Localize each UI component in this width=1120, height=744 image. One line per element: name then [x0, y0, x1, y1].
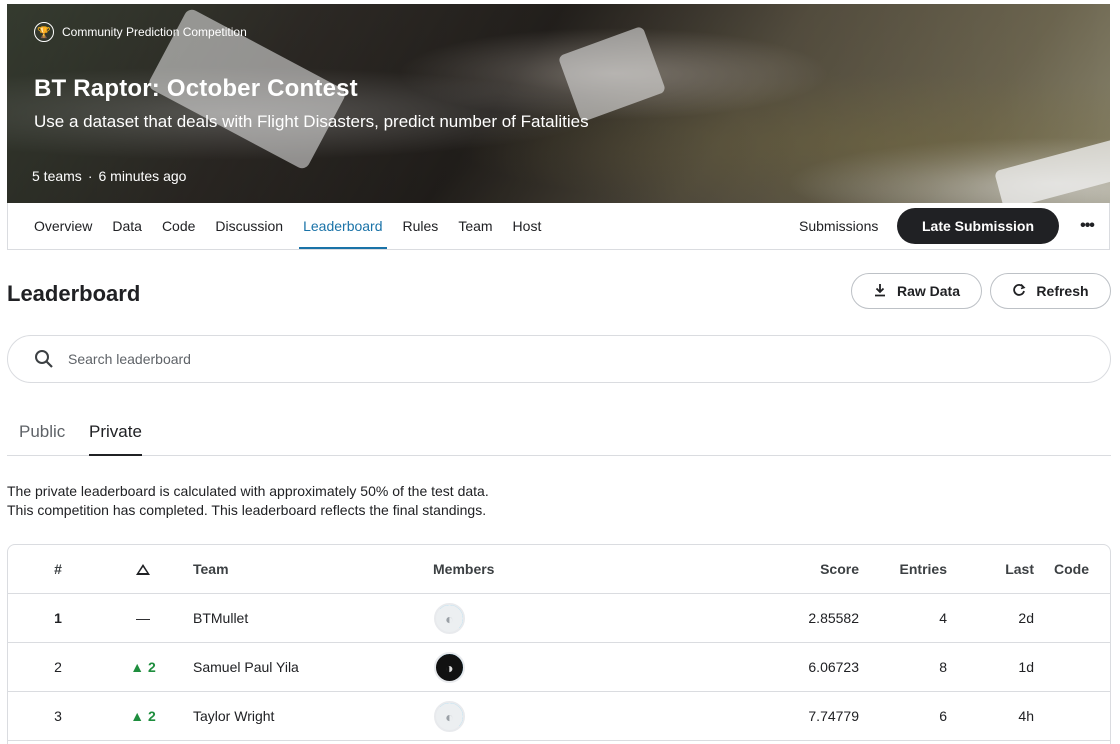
row-team-name[interactable]: Taylor Wright [193, 692, 274, 741]
competition-title: BT Raptor: October Contest [34, 75, 358, 102]
tab-leaderboard[interactable]: Leaderboard [299, 203, 387, 249]
submissions-link[interactable]: Submissions [799, 203, 878, 249]
table-row[interactable]: 3 ▲ 2 Taylor Wright ◐ 7.74779 6 4h [8, 692, 1110, 741]
refresh-label: Refresh [1036, 283, 1089, 299]
member-avatar[interactable]: ◑ [434, 652, 465, 683]
row-rank: 3 [54, 708, 62, 724]
row-change: ▲ 2 [130, 708, 156, 724]
column-entries[interactable]: Entries [878, 545, 947, 594]
row-last: 2d [1018, 610, 1034, 626]
tab-host[interactable]: Host [513, 203, 542, 249]
competition-type-badge: 🏆 Community Prediction Competition [34, 22, 247, 42]
competition-type-label: Community Prediction Competition [62, 25, 247, 39]
column-rank[interactable]: # [48, 545, 68, 594]
page-title: Leaderboard [7, 281, 141, 306]
column-members: Members [433, 561, 495, 577]
row-score: 6.06723 [808, 659, 859, 675]
row-score: 7.74779 [808, 708, 859, 724]
tab-overview[interactable]: Overview [34, 203, 92, 249]
tab-team[interactable]: Team [458, 203, 492, 249]
download-icon [873, 283, 887, 300]
competition-meta: 5 teams · 6 minutes ago [32, 168, 186, 184]
tab-rules[interactable]: Rules [403, 203, 439, 249]
competition-subtitle: Use a dataset that deals with Flight Dis… [34, 112, 589, 131]
member-avatar[interactable]: ◐ [434, 603, 465, 634]
row-team-name[interactable]: Samuel Paul Yila [193, 643, 299, 692]
tab-data[interactable]: Data [112, 203, 142, 249]
refresh-button[interactable]: Refresh [990, 273, 1111, 309]
leaderboard-table: # Team Members Score Entries Last Code 1… [7, 544, 1111, 744]
row-entries: 6 [939, 708, 947, 724]
raw-data-label: Raw Data [896, 283, 961, 299]
refresh-icon [1012, 283, 1026, 300]
row-entries: 4 [939, 610, 947, 626]
last-updated: 6 minutes ago [98, 168, 187, 184]
search-bar [7, 335, 1111, 383]
row-rank: 2 [54, 659, 62, 675]
tab-private[interactable]: Private [89, 422, 142, 456]
row-change: ▲ 2 [130, 659, 156, 675]
table-row[interactable]: 1 — BTMullet ◐ 2.85582 4 2d [8, 594, 1110, 643]
column-code: Code [1054, 561, 1089, 577]
column-team[interactable]: Team [193, 545, 229, 594]
row-team-name[interactable]: BTMullet [193, 594, 248, 643]
tab-discussion[interactable]: Discussion [215, 203, 283, 249]
table-header: # Team Members Score Entries Last Code [8, 545, 1110, 594]
column-score[interactable]: Score [758, 545, 859, 594]
tab-public[interactable]: Public [19, 422, 65, 442]
avatar-ring [436, 654, 463, 681]
late-submission-button[interactable]: Late Submission [897, 208, 1059, 244]
row-change: — [136, 610, 150, 626]
row-entries: 8 [939, 659, 947, 675]
competition-banner: 🏆 Community Prediction Competition BT Ra… [7, 4, 1110, 203]
table-row[interactable]: 2 ▲ 2 Samuel Paul Yila ◑ 6.06723 8 1d [8, 643, 1110, 692]
column-last[interactable]: Last [968, 545, 1034, 594]
note-line: The private leaderboard is calculated wi… [7, 483, 489, 499]
leaderboard-note: The private leaderboard is calculated wi… [7, 482, 489, 520]
search-input[interactable] [68, 348, 968, 370]
row-score: 2.85582 [808, 610, 859, 626]
row-rank: 1 [54, 610, 62, 626]
leaderboard-type-tabs: Public Private [7, 407, 1111, 456]
row-last: 4h [1018, 708, 1034, 724]
tab-code[interactable]: Code [162, 203, 195, 249]
row-last: 1d [1018, 659, 1034, 675]
raw-data-button[interactable]: Raw Data [851, 273, 982, 309]
search-icon [34, 349, 54, 369]
team-count: 5 teams [32, 168, 82, 184]
more-options-icon[interactable]: ••• [1072, 211, 1102, 241]
member-avatar[interactable]: ◐ [434, 701, 465, 732]
trophy-icon: 🏆 [34, 22, 54, 42]
avatar-ring [436, 703, 463, 730]
competition-nav: Overview Data Code Discussion Leaderboar… [7, 203, 1110, 250]
note-line: This competition has completed. This lea… [7, 502, 487, 518]
meta-separator: · [87, 168, 93, 184]
nav-tabs: Overview Data Code Discussion Leaderboar… [34, 203, 561, 249]
delta-icon [136, 564, 150, 575]
column-change[interactable] [118, 545, 168, 594]
avatar-ring [436, 605, 463, 632]
